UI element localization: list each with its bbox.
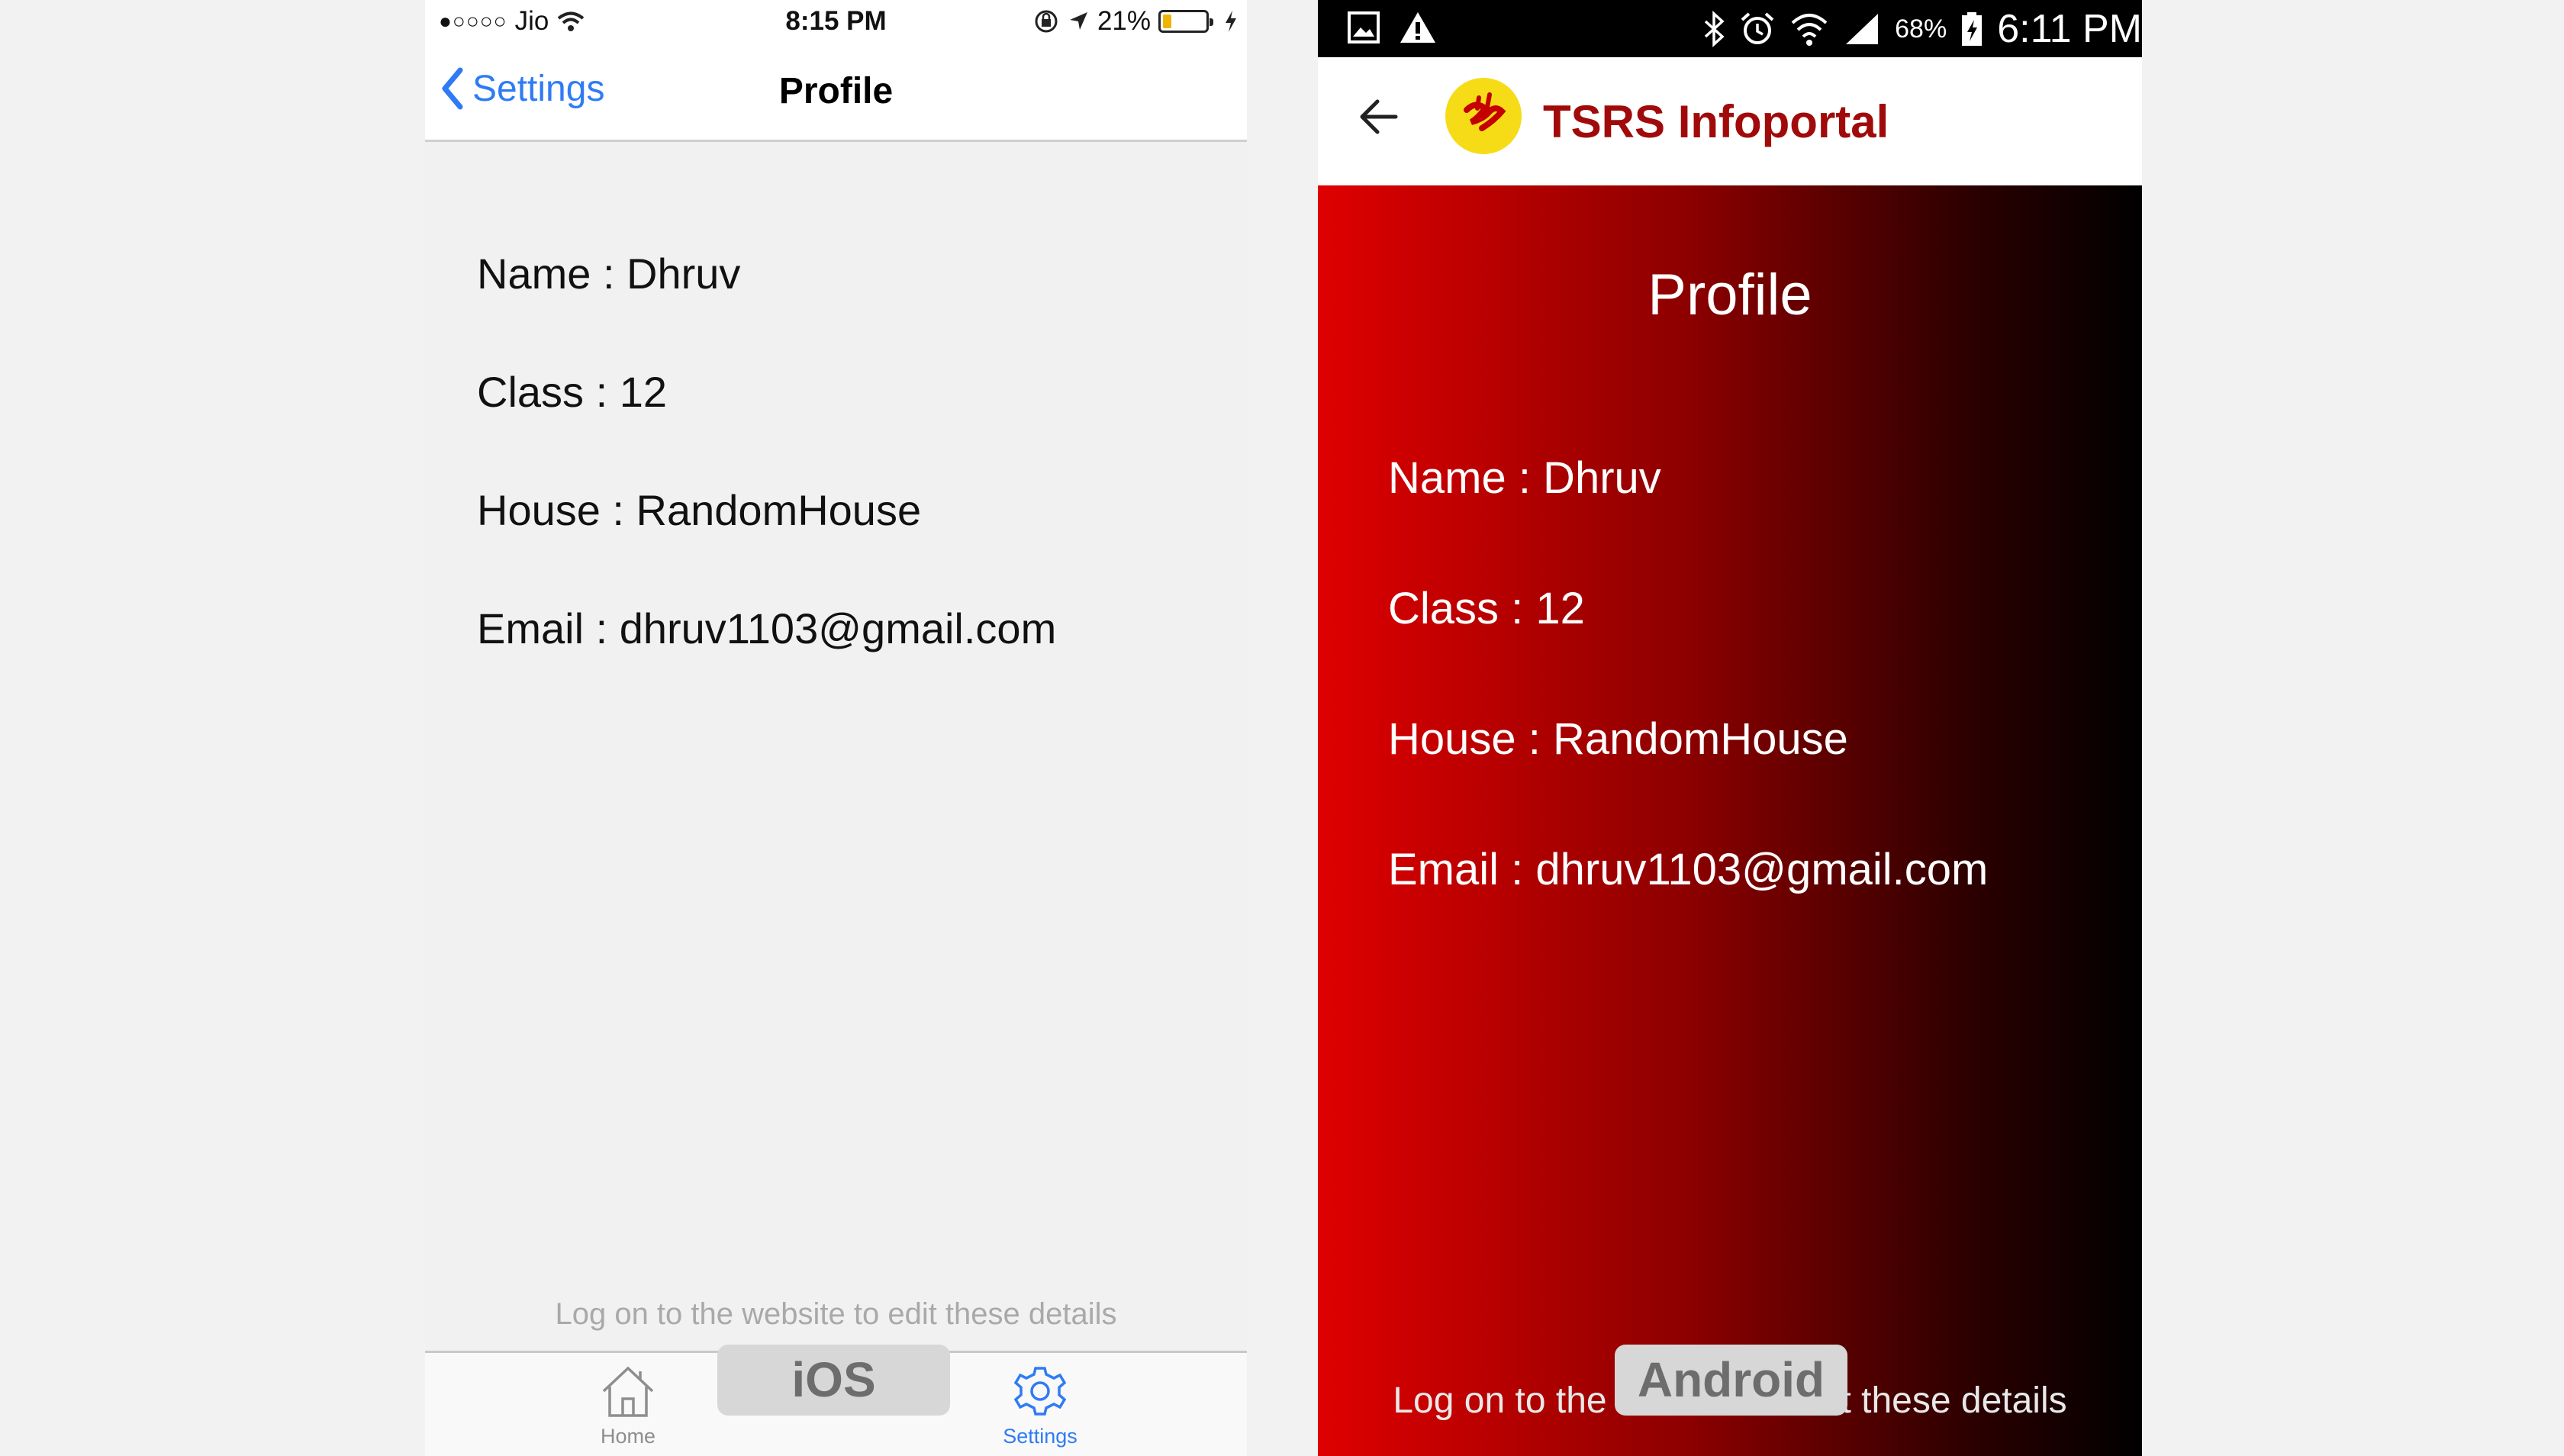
battery-percent: 68% xyxy=(1895,14,1947,43)
status-time: 6:11 PM xyxy=(1997,7,2142,51)
tab-home-label: Home xyxy=(600,1425,656,1448)
edit-details-note: Log on to the website to edit these deta… xyxy=(555,1297,1117,1331)
battery-charging-icon xyxy=(1962,12,1983,46)
name-field: Name : Dhruv xyxy=(477,250,741,298)
android-app-bar: TSRS Infoportal xyxy=(1318,57,2142,185)
platform-badge-android: Android xyxy=(1615,1345,1847,1416)
battery-percent: 21% xyxy=(1097,6,1151,36)
battery-icon xyxy=(1158,10,1213,33)
android-status-bar: 68% 6:11 PM xyxy=(1318,0,2142,57)
orientation-lock-icon xyxy=(1035,10,1058,33)
name-field: Name : Dhruv xyxy=(1388,453,1661,503)
tab-settings[interactable]: Settings xyxy=(964,1362,1116,1448)
class-field: Class : 12 xyxy=(477,368,667,416)
platform-badge-ios: iOS xyxy=(717,1345,950,1416)
app-title: TSRS Infoportal xyxy=(1543,96,1889,147)
image-notification-icon xyxy=(1348,11,1380,43)
cell-signal-icon xyxy=(1846,14,1879,44)
tab-home[interactable]: Home xyxy=(552,1362,704,1448)
gear-icon xyxy=(1013,1367,1067,1416)
house-field: House : RandomHouse xyxy=(477,486,922,534)
wifi-icon xyxy=(1791,14,1828,46)
warning-icon xyxy=(1400,12,1435,43)
page-title: Profile xyxy=(1648,263,1812,327)
email-field: Email : dhruv1103@gmail.com xyxy=(477,604,1057,652)
android-screen: 68% 6:11 PM TSRS Infoportal Profile Name… xyxy=(1318,0,2142,1456)
tab-settings-label: Settings xyxy=(1003,1425,1077,1448)
app-logo-icon xyxy=(1445,78,1522,154)
bluetooth-icon xyxy=(1704,11,1725,47)
class-field: Class : 12 xyxy=(1388,584,1585,633)
ios-screen: ●○○○○ Jio 8:15 PM 21% Settings Profile N… xyxy=(425,0,1247,1456)
house-field: House : RandomHouse xyxy=(1388,714,1848,764)
home-icon xyxy=(602,1366,654,1417)
profile-panel: Profile Name : Dhruv Class : 12 House : … xyxy=(1318,185,2142,1456)
ios-status-bar: ●○○○○ Jio 8:15 PM 21% xyxy=(425,0,1247,44)
alarm-icon xyxy=(1741,12,1774,44)
back-arrow-icon[interactable] xyxy=(1358,95,1400,138)
charging-bolt-icon xyxy=(1226,11,1236,32)
page-title: Profile xyxy=(778,71,894,111)
email-field: Email : dhruv1103@gmail.com xyxy=(1388,845,1989,894)
ios-navigation-bar: Settings Profile xyxy=(425,44,1247,142)
location-arrow-icon xyxy=(1069,12,1087,30)
